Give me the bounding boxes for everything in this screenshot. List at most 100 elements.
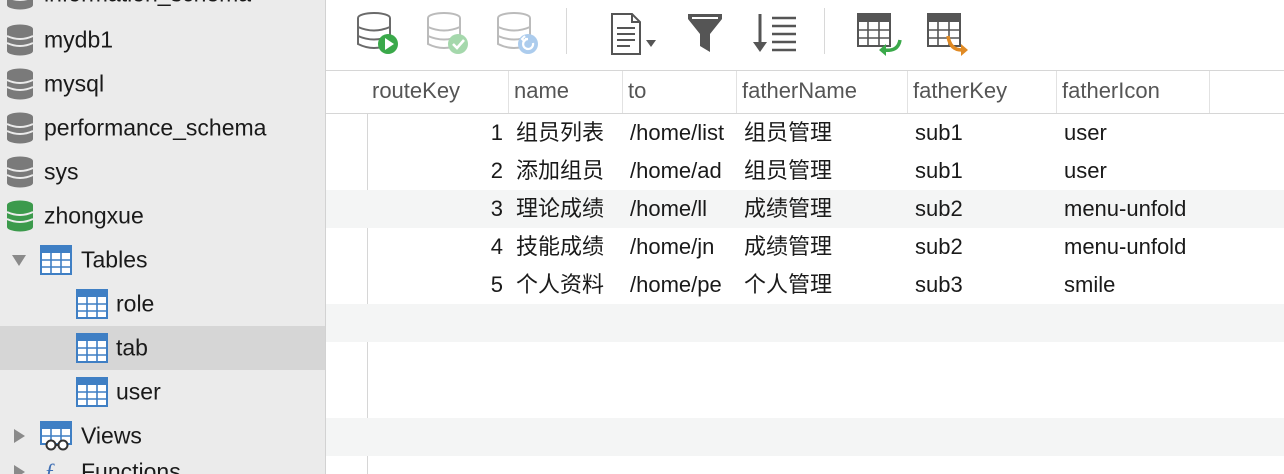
- cell-fathericon[interactable]: user: [1057, 152, 1210, 190]
- database-active-icon: [6, 200, 34, 232]
- table-icon: [76, 377, 108, 407]
- database-icon: [6, 112, 34, 144]
- views-icon: [40, 421, 72, 451]
- cell-name[interactable]: 添加组员: [509, 152, 623, 190]
- grid-header: routeKey name to fatherName fatherKey fa…: [326, 71, 1284, 114]
- column-header-routekey[interactable]: routeKey: [367, 71, 509, 113]
- cell-routekey[interactable]: 1: [367, 114, 509, 152]
- cell-name[interactable]: 技能成绩: [509, 228, 623, 266]
- cell-fatherkey[interactable]: sub2: [908, 228, 1057, 266]
- column-header-fathername[interactable]: fatherName: [737, 71, 908, 113]
- cell-name[interactable]: 组员列表: [509, 114, 623, 152]
- table-row[interactable]: 3 理论成绩 /home/ll 成绩管理 sub2 menu-unfold: [326, 190, 1284, 228]
- sidebar-item-label: user: [116, 378, 161, 405]
- toolbar-separator: [824, 8, 825, 54]
- database-revert-icon: [497, 12, 538, 54]
- sidebar-item-information-schema[interactable]: information_schema: [0, 0, 325, 16]
- table-export-icon: [927, 13, 968, 56]
- table-icon: [76, 333, 108, 363]
- cell-name[interactable]: 个人资料: [509, 266, 623, 304]
- sidebar-item-label: information_schema: [44, 0, 251, 8]
- sidebar-item-label: sys: [44, 158, 79, 185]
- database-run-icon: [357, 12, 398, 54]
- empty-row: [326, 418, 1284, 456]
- empty-row: [326, 380, 1284, 418]
- sidebar-item-mydb1[interactable]: mydb1: [0, 18, 325, 62]
- filter-icon: [688, 14, 722, 52]
- sidebar: information_schema mydb1 mysql: [0, 0, 326, 474]
- cell-fathername[interactable]: 成绩管理: [737, 228, 908, 266]
- export-button[interactable]: [924, 10, 974, 58]
- cell-to[interactable]: /home/list: [623, 114, 737, 152]
- cell-routekey[interactable]: 4: [367, 228, 509, 266]
- cell-fathericon[interactable]: menu-unfold: [1057, 228, 1210, 266]
- column-header-fathericon[interactable]: fatherIcon: [1057, 71, 1210, 113]
- sidebar-item-zhongxue[interactable]: zhongxue: [0, 194, 325, 238]
- cell-fathericon[interactable]: smile: [1057, 266, 1210, 304]
- cell-fathericon[interactable]: menu-unfold: [1057, 190, 1210, 228]
- sidebar-item-label: Views: [81, 422, 142, 449]
- data-grid: routeKey name to fatherName fatherKey fa…: [326, 71, 1284, 474]
- cell-name[interactable]: 理论成绩: [509, 190, 623, 228]
- sidebar-item-sys[interactable]: sys: [0, 150, 325, 194]
- table-icon: [76, 289, 108, 319]
- cell-to[interactable]: /home/jn: [623, 228, 737, 266]
- database-icon: [7, 0, 33, 10]
- sidebar-group-functions[interactable]: ƒ Functions: [0, 450, 325, 474]
- column-header-name[interactable]: name: [509, 71, 623, 113]
- cell-fathername[interactable]: 个人管理: [737, 266, 908, 304]
- cell-to[interactable]: /home/ad: [623, 152, 737, 190]
- filter-button[interactable]: [682, 10, 732, 58]
- export-menu-button[interactable]: [608, 10, 658, 58]
- sidebar-item-table-user[interactable]: user: [0, 370, 325, 414]
- cell-fatherkey[interactable]: sub1: [908, 152, 1057, 190]
- disclosure-expanded-icon[interactable]: [10, 251, 28, 269]
- import-button[interactable]: [854, 10, 904, 58]
- sidebar-item-label: mydb1: [44, 26, 114, 53]
- database-check-icon: [427, 12, 468, 54]
- sidebar-item-label: zhongxue: [44, 202, 144, 229]
- sidebar-item-performance-schema[interactable]: performance_schema: [0, 106, 325, 150]
- sidebar-item-mysql[interactable]: mysql: [0, 62, 325, 106]
- sidebar-item-label: mysql: [44, 70, 105, 97]
- cell-fathername[interactable]: 组员管理: [737, 114, 908, 152]
- cell-to[interactable]: /home/pe: [623, 266, 737, 304]
- cell-fathername[interactable]: 组员管理: [737, 152, 908, 190]
- table-row[interactable]: 5 个人资料 /home/pe 个人管理 sub3 smile: [326, 266, 1284, 304]
- cell-fathericon[interactable]: user: [1057, 114, 1210, 152]
- toolbar-separator: [566, 8, 567, 54]
- tables-icon: [40, 245, 72, 275]
- sidebar-item-label: Functions: [81, 458, 181, 474]
- function-icon: ƒ: [44, 459, 56, 474]
- cell-to[interactable]: /home/ll: [623, 190, 737, 228]
- table-row[interactable]: 2 添加组员 /home/ad 组员管理 sub1 user: [326, 152, 1284, 190]
- database-icon: [6, 156, 34, 188]
- discard-button[interactable]: [494, 10, 544, 58]
- sort-button[interactable]: [750, 10, 800, 58]
- document-dropdown-icon: [611, 13, 656, 55]
- database-icon: [6, 24, 34, 56]
- disclosure-collapsed-icon[interactable]: [10, 427, 28, 445]
- empty-row: [326, 342, 1284, 380]
- cell-routekey[interactable]: 2: [367, 152, 509, 190]
- disclosure-collapsed-icon[interactable]: [10, 463, 28, 474]
- column-header-to[interactable]: to: [623, 71, 737, 113]
- cell-fatherkey[interactable]: sub1: [908, 114, 1057, 152]
- apply-button[interactable]: [424, 10, 474, 58]
- cell-fatherkey[interactable]: sub3: [908, 266, 1057, 304]
- sidebar-group-tables[interactable]: Tables: [0, 238, 325, 282]
- sidebar-item-table-tab[interactable]: tab: [0, 326, 325, 370]
- cell-routekey[interactable]: 3: [367, 190, 509, 228]
- table-import-icon: [857, 13, 902, 56]
- sidebar-item-label: role: [116, 290, 155, 317]
- sidebar-item-table-role[interactable]: role: [0, 282, 325, 326]
- table-row[interactable]: 4 技能成绩 /home/jn 成绩管理 sub2 menu-unfold: [326, 228, 1284, 266]
- table-row[interactable]: 1 组员列表 /home/list 组员管理 sub1 user: [326, 114, 1284, 152]
- toolbar: [326, 0, 1284, 71]
- sort-icon: [753, 14, 796, 52]
- cell-routekey[interactable]: 5: [367, 266, 509, 304]
- cell-fatherkey[interactable]: sub2: [908, 190, 1057, 228]
- cell-fathername[interactable]: 成绩管理: [737, 190, 908, 228]
- run-query-button[interactable]: [354, 10, 404, 58]
- column-header-fatherkey[interactable]: fatherKey: [908, 71, 1057, 113]
